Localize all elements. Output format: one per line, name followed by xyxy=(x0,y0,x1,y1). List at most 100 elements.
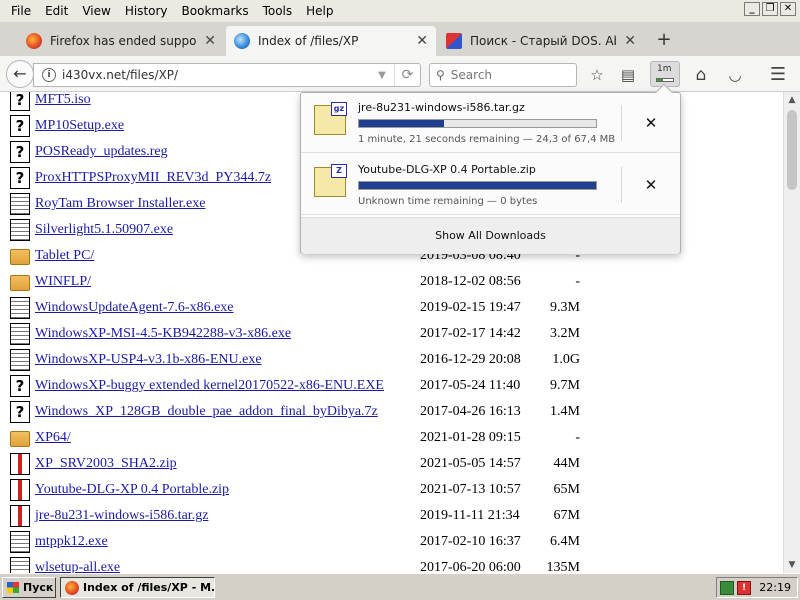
file-link[interactable]: Tablet PC/ xyxy=(35,248,94,264)
close-tab-icon[interactable]: ✕ xyxy=(416,33,428,49)
taskbar-item-label: Index of /files/XP - M... xyxy=(83,581,215,594)
folder-icon[interactable] xyxy=(10,431,30,447)
restore-button[interactable]: ❐ xyxy=(762,2,778,16)
network-icon[interactable] xyxy=(720,581,734,595)
chevron-down-icon[interactable]: ▼ xyxy=(370,70,394,81)
file-link[interactable]: MP10Setup.exe xyxy=(35,118,124,134)
executable-file-icon[interactable] xyxy=(10,193,30,215)
file-link[interactable]: Windows_XP_128GB_double_pae_addon_final_… xyxy=(35,404,378,420)
executable-file-icon[interactable] xyxy=(10,219,30,241)
pocket-icon[interactable]: ◡ xyxy=(722,62,748,88)
navigation-bar: i i430vx.net/files/XP/ ▼ ⟳ ← ⚲ ☆ ▤ 1m ⌂ … xyxy=(0,56,800,92)
file-icon: Z xyxy=(314,164,347,197)
unknown-file-icon[interactable]: ? xyxy=(10,141,30,163)
search-box[interactable]: ⚲ xyxy=(429,63,577,87)
library-icon[interactable]: ▤ xyxy=(615,62,641,88)
modified-date: 2019-11-11 21:34 xyxy=(420,508,520,523)
search-input[interactable] xyxy=(450,68,561,82)
listing-row: ? Windows_XP_128GB_double_pae_addon_final… xyxy=(0,399,800,425)
unknown-file-icon[interactable]: ? xyxy=(10,115,30,137)
close-window-button[interactable]: ✕ xyxy=(780,2,796,16)
executable-file-icon[interactable] xyxy=(10,349,30,371)
bookmark-star-icon[interactable]: ☆ xyxy=(584,62,610,88)
tab-dos-search[interactable]: Поиск - Старый DOS. Aband... ✕ xyxy=(438,26,644,56)
tab-index-xp[interactable]: Index of /files/XP ✕ xyxy=(226,26,436,56)
tab-label: Firefox has ended support fo... xyxy=(50,34,197,48)
download-status: Unknown time remaining — 0 bytes xyxy=(358,196,538,207)
file-link[interactable]: RoyTam Browser Installer.exe xyxy=(35,196,205,212)
tab-firefox-support[interactable]: Firefox has ended support fo... ✕ xyxy=(18,26,224,56)
executable-file-icon[interactable] xyxy=(10,297,30,319)
menu-view[interactable]: View xyxy=(75,0,117,22)
start-button[interactable]: Пуск xyxy=(2,577,56,598)
scroll-down-icon[interactable]: ▼ xyxy=(784,557,800,573)
modified-date: 2017-02-10 16:37 xyxy=(420,534,521,549)
file-link[interactable]: wlsetup-all.exe xyxy=(35,560,120,573)
show-all-downloads-button[interactable]: Show All Downloads xyxy=(301,217,680,254)
hamburger-menu-icon[interactable]: ☰ xyxy=(765,62,791,88)
url-bar[interactable]: i i430vx.net/files/XP/ ▼ ⟳ xyxy=(33,63,421,87)
file-size: 9.3M xyxy=(550,300,580,315)
file-link[interactable]: WindowsXP-USP4-v3.1b-x86-ENU.exe xyxy=(35,352,262,368)
downloads-button[interactable]: 1m xyxy=(650,61,680,87)
file-link[interactable]: XP_SRV2003_SHA2.zip xyxy=(35,456,177,472)
unknown-file-icon[interactable]: ? xyxy=(10,92,30,111)
menu-help[interactable]: Help xyxy=(299,0,340,22)
file-link[interactable]: WindowsXP-buggy extended kernel20170522-… xyxy=(35,378,384,394)
archive-file-icon[interactable] xyxy=(10,505,30,527)
executable-file-icon[interactable] xyxy=(10,531,30,553)
vertical-scrollbar[interactable]: ▲ ▼ xyxy=(783,92,800,573)
archive-file-icon[interactable] xyxy=(10,453,30,475)
unknown-file-icon[interactable]: ? xyxy=(10,375,30,397)
file-link[interactable]: ProxHTTPSProxyMII_REV3d_PY344.7z xyxy=(35,170,271,186)
folder-icon[interactable] xyxy=(10,275,30,291)
info-icon[interactable]: i xyxy=(42,68,56,82)
menu-tools[interactable]: Tools xyxy=(256,0,300,22)
cancel-download-button[interactable]: ✕ xyxy=(639,111,663,135)
window-controls: _ ❐ ✕ xyxy=(744,2,796,16)
file-link[interactable]: XP64/ xyxy=(35,430,71,446)
close-tab-icon[interactable]: ✕ xyxy=(204,33,216,49)
file-link[interactable]: WindowsUpdateAgent-7.6-x86.exe xyxy=(35,300,234,316)
executable-file-icon[interactable] xyxy=(10,323,30,345)
reload-icon[interactable]: ⟳ xyxy=(394,64,420,86)
file-link[interactable]: mtppk12.exe xyxy=(35,534,108,550)
listing-row: WINFLP/2018-12-02 08:56 - xyxy=(0,269,800,295)
cancel-download-button[interactable]: ✕ xyxy=(639,173,663,197)
close-tab-icon[interactable]: ✕ xyxy=(624,33,636,49)
menu-bookmarks[interactable]: Bookmarks xyxy=(175,0,256,22)
file-link[interactable]: WindowsXP-MSI-4.5-KB942288-v3-x86.exe xyxy=(35,326,291,342)
file-size: 135M xyxy=(546,560,580,573)
file-link[interactable]: Youtube-DLG-XP 0.4 Portable.zip xyxy=(35,482,229,498)
download-item[interactable]: Z Youtube-DLG-XP 0.4 Portable.zip Unknow… xyxy=(301,155,680,215)
file-link[interactable]: MFT5.iso xyxy=(35,92,91,108)
alert-icon[interactable]: ! xyxy=(737,581,751,595)
taskbar-item-firefox[interactable]: Index of /files/XP - M... xyxy=(60,577,215,598)
folder-icon[interactable] xyxy=(10,249,30,265)
file-link[interactable]: POSReady_updates.reg xyxy=(35,144,168,160)
tab-label: Index of /files/XP xyxy=(258,34,359,48)
back-button[interactable]: ← xyxy=(6,60,34,88)
archive-file-icon[interactable] xyxy=(10,479,30,501)
file-size: 6.4M xyxy=(550,534,580,549)
file-size: 1.4M xyxy=(550,404,580,419)
executable-file-icon[interactable] xyxy=(10,557,30,573)
scroll-up-icon[interactable]: ▲ xyxy=(784,92,800,108)
file-link[interactable]: jre-8u231-windows-i586.tar.gz xyxy=(35,508,208,524)
taskbar: Пуск Index of /files/XP - M... ! 22:19 xyxy=(0,573,800,600)
file-link[interactable]: Silverlight5.1.50907.exe xyxy=(35,222,173,238)
scrollbar-thumb[interactable] xyxy=(787,110,797,190)
home-icon[interactable]: ⌂ xyxy=(688,62,714,88)
download-item[interactable]: gz jre-8u231-windows-i586.tar.gz 1 minut… xyxy=(301,93,680,153)
file-link[interactable]: WINFLP/ xyxy=(35,274,91,290)
menu-edit[interactable]: Edit xyxy=(38,0,75,22)
menu-history[interactable]: History xyxy=(118,0,175,22)
minimize-button[interactable]: _ xyxy=(744,2,760,16)
url-text[interactable]: i430vx.net/files/XP/ xyxy=(62,68,370,82)
menu-file[interactable]: File xyxy=(4,0,38,22)
unknown-file-icon[interactable]: ? xyxy=(10,401,30,423)
unknown-file-icon[interactable]: ? xyxy=(10,167,30,189)
download-progress-bar xyxy=(358,181,597,190)
new-tab-button[interactable]: + xyxy=(652,28,676,52)
clock: 22:19 xyxy=(759,581,791,594)
